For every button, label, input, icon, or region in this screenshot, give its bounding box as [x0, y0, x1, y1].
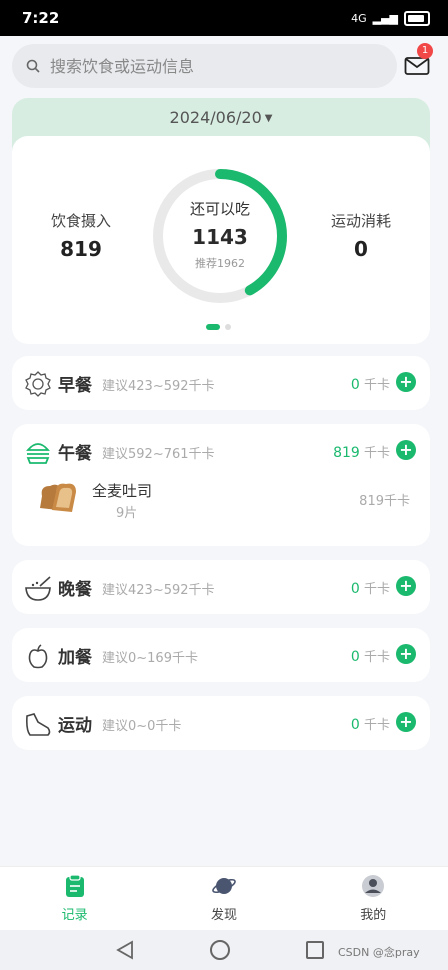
- tab-label: 发现: [210, 908, 237, 923]
- meal-kcal-unit: 千卡: [363, 446, 390, 461]
- back-triangle-icon[interactable]: [116, 940, 134, 960]
- tab-label: 记录: [61, 908, 88, 923]
- meal-name: 晚餐: [58, 580, 92, 600]
- meal-hint: 建议0~0千卡: [102, 719, 182, 734]
- tab-record[interactable]: 记录: [5, 867, 145, 931]
- meal-kcal: 0 千卡: [351, 646, 390, 665]
- meal-kcal-unit: 千卡: [363, 378, 390, 393]
- meal-header: 加餐 建议0~169千卡 0 千卡 +: [12, 628, 430, 682]
- sun-egg-icon: [25, 371, 51, 397]
- meal-header: 早餐 建议423~592千卡 0 千卡 +: [12, 356, 430, 410]
- meal-kcal-unit: 千卡: [363, 582, 390, 597]
- remaining-label: 还可以吃: [189, 200, 250, 218]
- meal-card-breakfast[interactable]: 早餐 建议423~592千卡 0 千卡 +: [12, 356, 430, 410]
- meal-kcal-value: 0: [350, 649, 360, 665]
- meal-hint: 建议592~761千卡: [102, 447, 215, 462]
- search-bar[interactable]: [12, 44, 397, 88]
- tab-mine[interactable]: 我的: [303, 867, 443, 931]
- bottom-tab-bar: 记录 发现 我的: [0, 866, 448, 931]
- meal-header: 运动 建议0~0千卡 0 千卡 +: [12, 696, 430, 750]
- meal-kcal-unit: 千卡: [363, 650, 390, 665]
- tab-discover[interactable]: 发现: [154, 867, 294, 931]
- recommended-label: 推荐1962: [195, 257, 245, 270]
- remaining-value: 1143: [192, 225, 248, 249]
- meal-name: 早餐: [58, 376, 92, 396]
- page-dot: [225, 324, 231, 330]
- meal-kcal-value: 0: [350, 581, 360, 597]
- app-screen: 1 2024/06/20▼ 饮食摄入 819 还可以吃 1143 推荐1962 …: [0, 36, 448, 931]
- summary-panel: 2024/06/20 ▼ 饮食摄入 819 还可以吃 1143 推荐1962 运动…: [12, 98, 430, 344]
- signal-icon: ▂▄▆: [372, 11, 398, 25]
- meal-header: 晚餐 建议423~592千卡 0 千卡 +: [12, 560, 430, 614]
- search-row: 1: [12, 43, 436, 88]
- add-snack-button[interactable]: +: [396, 644, 416, 664]
- meal-hint: 建议0~169千卡: [102, 651, 198, 666]
- apple-icon: [28, 644, 48, 669]
- shoe-icon: [26, 713, 51, 736]
- burn-label: 运动消耗: [330, 212, 391, 230]
- meal-card-dinner[interactable]: 晚餐 建议423~592千卡 0 千卡 +: [12, 560, 430, 614]
- add-breakfast-button[interactable]: +: [396, 372, 416, 392]
- meal-name: 运动: [58, 716, 92, 736]
- meal-kcal: 819 千卡: [333, 442, 390, 461]
- intake-label: 饮食摄入: [50, 212, 111, 230]
- burn-stat: 运动消耗 0: [306, 210, 416, 261]
- search-input[interactable]: [48, 55, 352, 77]
- add-dinner-button[interactable]: +: [396, 576, 416, 596]
- page-indicator[interactable]: [206, 324, 231, 330]
- burn-value: 0: [354, 237, 368, 261]
- add-exercise-button[interactable]: +: [396, 712, 416, 732]
- intake-value: 819: [60, 237, 102, 261]
- add-lunch-button[interactable]: +: [396, 440, 416, 460]
- intake-stat: 饮食摄入 819: [26, 210, 136, 261]
- page-dot-active: [206, 324, 220, 330]
- meal-header: 午餐 建议592~761千卡 819 千卡 +: [12, 424, 430, 478]
- meal-kcal-value: 0: [350, 717, 360, 733]
- bowl-icon: [25, 576, 51, 601]
- food-quantity: 9片: [116, 506, 138, 521]
- meal-card-snack[interactable]: 加餐 建议0~169千卡 0 千卡 +: [12, 628, 430, 682]
- recent-apps-icon[interactable]: [306, 941, 324, 959]
- toast-image: [40, 483, 76, 512]
- search-icon: [26, 59, 40, 73]
- food-name: 全麦吐司: [92, 482, 153, 500]
- tab-label: 我的: [360, 908, 387, 923]
- planet-icon: [154, 874, 294, 898]
- calorie-summary-card: 饮食摄入 819 还可以吃 1143 推荐1962 运动消耗 0: [12, 136, 430, 344]
- user-avatar-icon: [303, 874, 443, 898]
- food-kcal: 819千卡: [359, 494, 410, 509]
- status-time: 7:22: [22, 9, 60, 27]
- meal-kcal: 0 千卡: [351, 578, 390, 597]
- battery-icon: [404, 10, 430, 26]
- remaining-block: 还可以吃 1143 推荐1962: [150, 198, 290, 271]
- meal-name: 午餐: [58, 444, 92, 464]
- status-bar: 7:22 4G ▂▄▆: [0, 0, 448, 36]
- network-label: 4G: [351, 11, 367, 25]
- meal-kcal-unit: 千卡: [363, 718, 390, 733]
- meal-name: 加餐: [58, 648, 92, 668]
- caret-down-icon: ▼: [264, 113, 273, 124]
- meal-hint: 建议423~592千卡: [102, 379, 215, 394]
- clipboard-icon: [5, 874, 145, 898]
- status-icons: 4G ▂▄▆: [351, 10, 430, 26]
- system-nav-bar: CSDN @念pray: [0, 930, 448, 970]
- meal-kcal-value: 0: [350, 377, 360, 393]
- watermark: CSDN @念pray: [338, 946, 420, 959]
- date-label: 2024/06/20: [169, 108, 262, 127]
- meal-kcal: 0 千卡: [351, 714, 390, 733]
- food-item[interactable]: 全麦吐司 9片 819千卡: [12, 478, 430, 544]
- mail-badge: 1: [417, 43, 433, 59]
- home-circle-icon[interactable]: [210, 940, 230, 960]
- meal-hint: 建议423~592千卡: [102, 583, 215, 598]
- meal-kcal-value: 819: [333, 445, 360, 461]
- meal-kcal: 0 千卡: [351, 374, 390, 393]
- burger-icon: [26, 443, 50, 464]
- meal-card-lunch[interactable]: 午餐 建议592~761千卡 819 千卡 + 全麦吐司 9片 819千卡: [12, 424, 430, 546]
- meal-card-exercise[interactable]: 运动 建议0~0千卡 0 千卡 +: [12, 696, 430, 750]
